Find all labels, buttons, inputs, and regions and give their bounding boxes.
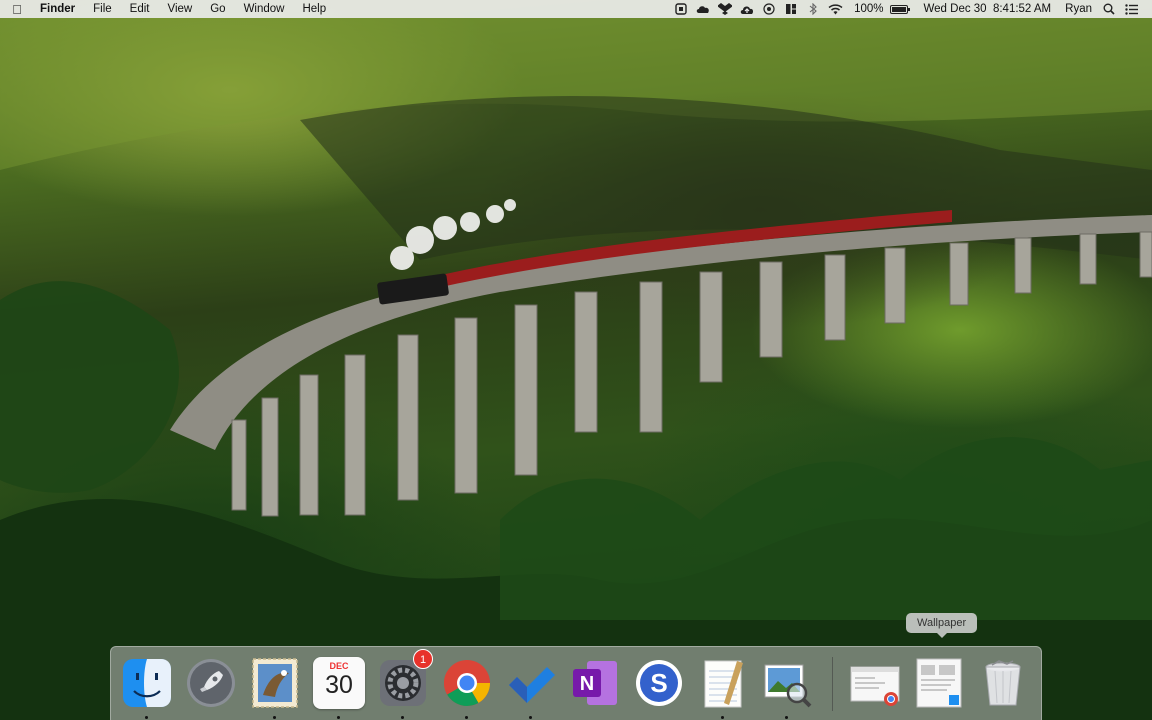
onenote-icon: N [573,661,617,705]
running-indicator-calendar [337,716,340,719]
menu-app-name[interactable]: Finder [34,3,84,15]
menu-window[interactable]: Window [235,0,294,18]
running-indicator-todo [529,716,532,719]
apple-menu-icon[interactable]:  [0,2,34,17]
dock-item-simplenote[interactable]: S [631,655,687,711]
simplenote-letter: S [650,668,667,698]
wifi-icon[interactable] [824,0,846,18]
dock-item-calendar[interactable]: DEC 30 [311,655,367,711]
menu-clock[interactable]: Wed Dec 30 8:41:52 AM [912,0,1060,18]
bluetooth-icon[interactable] [802,0,824,18]
calendar-month: DEC [329,661,349,671]
dock-tooltip: Wallpaper [906,613,978,638]
battery-percent: 100% [854,3,884,15]
target-icon[interactable] [758,0,780,18]
menu-bar:  Finder File Edit View Go Window Help [0,0,1152,18]
onenote-letter: N [580,673,594,695]
dock-item-todo[interactable] [503,655,559,711]
trash-icon [985,660,1021,706]
finder-icon [123,659,171,707]
menu-edit[interactable]: Edit [121,0,159,18]
dock-item-preview[interactable] [759,655,815,711]
running-indicator-finder [145,716,148,719]
menu-file[interactable]: File [84,0,121,18]
calendar-day: 30 [325,671,353,699]
running-indicator-textedit [721,716,724,719]
cloud-icon[interactable] [692,0,714,18]
wallpaper-viaduct-image [0,0,1152,720]
window-thumbnail-icon [916,658,962,708]
dock-item-textedit[interactable] [695,655,751,711]
dock-item-minimized-chrome-window[interactable] [847,655,903,711]
preview-icon [764,664,812,708]
dropbox-icon[interactable] [714,0,736,18]
eagle-stamp-icon [252,658,298,708]
split-icon[interactable] [780,0,802,18]
dock-item-chrome[interactable] [439,655,495,711]
dock: DEC 30 1 N S [110,646,1042,720]
dock-item-trash[interactable] [975,655,1031,711]
running-indicator-system-preferences [401,716,404,719]
simplenote-icon: S [636,660,682,706]
menu-go[interactable]: Go [201,0,234,18]
menu-help[interactable]: Help [293,0,335,18]
dock-item-onenote[interactable]: N [567,655,623,711]
menu-view[interactable]: View [159,0,202,18]
menu-user[interactable]: Ryan [1059,0,1098,18]
notepad-icon [704,660,743,708]
list-icon[interactable] [1120,0,1142,18]
checkmark-icon [509,667,555,703]
dock-item-minimized-wallpaper-window[interactable] [911,655,967,711]
dock-item-system-preferences[interactable]: 1 [375,649,433,711]
notification-badge: 1 [413,649,433,669]
running-indicator-preview [785,716,788,719]
battery-indicator[interactable]: 100% [846,0,911,18]
calendar-icon: DEC 30 [313,657,365,709]
chrome-icon [444,660,490,706]
rocket-icon [187,659,235,707]
running-indicator-mail [273,716,276,719]
dock-item-finder[interactable] [119,655,175,711]
notes-icon[interactable] [670,0,692,18]
search-icon[interactable] [1098,0,1120,18]
battery-fill [891,6,906,12]
window-thumbnail-icon [850,666,900,706]
dock-separator [832,657,833,711]
battery-icon [889,4,910,14]
dock-item-launchpad[interactable] [183,655,239,711]
cloud-upload-icon[interactable] [736,0,758,18]
desktop-wallpaper [0,0,1152,720]
dock-item-mail[interactable] [247,655,303,711]
running-indicator-chrome [465,716,468,719]
